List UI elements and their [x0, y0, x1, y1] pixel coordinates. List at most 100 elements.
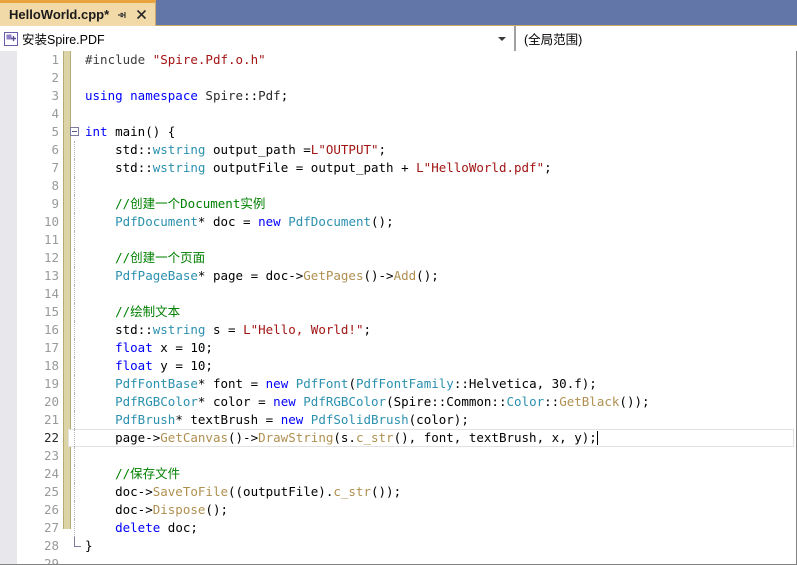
code-line-text[interactable]: float x = 10;	[85, 339, 796, 357]
code-token: ::	[243, 88, 259, 103]
code-token: L"Hello, World!"	[243, 322, 364, 337]
code-line-text[interactable]	[85, 447, 796, 465]
code-line[interactable]: 28}	[17, 537, 796, 555]
tab-helloworld-cpp[interactable]: HelloWorld.cpp*	[0, 0, 157, 26]
code-token: new	[258, 214, 281, 229]
code-line-text[interactable]: PdfDocument* doc = new PdfDocument();	[85, 213, 796, 231]
close-icon[interactable]	[135, 8, 148, 21]
code-line-text[interactable]	[85, 231, 796, 249]
code-line[interactable]: 9 //创建一个Document实例	[17, 195, 796, 213]
code-line[interactable]: 16 std::wstring s = L"Hello, World!";	[17, 321, 796, 339]
line-number: 22	[43, 430, 59, 445]
code-line-text[interactable]	[85, 69, 796, 87]
code-line-text[interactable]: using namespace Spire::Pdf;	[85, 87, 796, 105]
code-line[interactable]: 4	[17, 105, 796, 123]
code-token: * textBrush =	[175, 412, 281, 427]
code-token: * doc =	[197, 214, 259, 229]
code-line[interactable]: 22 page->GetCanvas()->DrawString(s.c_str…	[17, 429, 796, 447]
collapse-toggle-icon[interactable]	[70, 127, 79, 136]
line-number: 10	[43, 214, 59, 229]
block-guideline	[74, 231, 75, 249]
code-line-text[interactable]	[85, 555, 796, 564]
code-line[interactable]: 7 std::wstring outputFile = output_path …	[17, 159, 796, 177]
code-token: ;	[280, 88, 289, 103]
selection-margin[interactable]	[0, 51, 18, 564]
code-line[interactable]: 25 doc->SaveToFile((outputFile).c_str())…	[17, 483, 796, 501]
code-line[interactable]: 5 int main() {	[17, 123, 796, 141]
code-line-text[interactable]: std::wstring s = L"Hello, World!";	[85, 321, 796, 339]
code-token: #include	[85, 52, 153, 67]
code-token: ::	[544, 394, 560, 409]
code-line[interactable]: 8	[17, 177, 796, 195]
code-line[interactable]: 3 using namespace Spire::Pdf;	[17, 87, 796, 105]
code-line[interactable]: 12 //创建一个页面	[17, 249, 796, 267]
code-line-text[interactable]	[85, 285, 796, 303]
code-token: ::	[137, 322, 153, 337]
line-number: 25	[43, 484, 59, 499]
code-line-text[interactable]: //保存文件	[85, 465, 796, 483]
code-line-text[interactable]: float y = 10;	[85, 357, 796, 375]
code-line[interactable]: 6 std::wstring output_path =L"OUTPUT";	[17, 141, 796, 159]
code-line-text[interactable]: PdfFontBase* font = new PdfFont(PdfFontF…	[85, 375, 796, 393]
code-editor[interactable]: 1 #include "Spire.Pdf.o.h" 2 3 using namespa…	[0, 51, 797, 565]
code-line-text[interactable]: #include "Spire.Pdf.o.h"	[85, 51, 796, 69]
code-line[interactable]: 20 PdfRGBColor* color = new PdfRGBColor(…	[17, 393, 796, 411]
block-guideline	[74, 339, 75, 357]
code-line[interactable]: 24 //保存文件	[17, 465, 796, 483]
code-line[interactable]: 26 doc->Dispose();	[17, 501, 796, 519]
code-line[interactable]: 10 PdfDocument* doc = new PdfDocument();	[17, 213, 796, 231]
code-line[interactable]: 27 delete doc;	[17, 519, 796, 537]
code-token: L"HelloWorld.pdf"	[416, 160, 545, 175]
code-token: Color	[506, 394, 545, 409]
code-line-text[interactable]: std::wstring output_path =L"OUTPUT";	[85, 141, 796, 159]
code-line[interactable]: 21 PdfBrush* textBrush = new PdfSolidBru…	[17, 411, 796, 429]
code-token: doc->	[85, 484, 153, 499]
code-token: new	[265, 376, 289, 391]
code-line[interactable]: 19 PdfFontBase* font = new PdfFont(PdfFo…	[17, 375, 796, 393]
code-line[interactable]: 29	[17, 555, 796, 564]
code-line-text[interactable]	[85, 177, 796, 195]
code-line[interactable]: 17 float x = 10;	[17, 339, 796, 357]
line-number: 6	[51, 142, 59, 157]
code-line-text[interactable]: std::wstring outputFile = output_path + …	[85, 159, 796, 177]
code-line-text[interactable]: page->GetCanvas()->DrawString(s.c_str(),…	[85, 429, 796, 447]
code-line-text[interactable]: //创建一个页面	[85, 249, 796, 267]
line-number: 24	[43, 466, 59, 481]
code-line-text[interactable]: //绘制文本	[85, 303, 796, 321]
code-token: GetCanvas	[160, 430, 228, 445]
code-line-text[interactable]: PdfPageBase* page = doc->GetPages()->Add…	[85, 267, 796, 285]
code-line[interactable]: 13 PdfPageBase* page = doc->GetPages()->…	[17, 267, 796, 285]
member-scope-dropdown[interactable]: (全局范围)	[515, 26, 797, 51]
code-token: ;	[378, 142, 387, 157]
line-number: 23	[43, 448, 59, 463]
code-line-text[interactable]: PdfBrush* textBrush = new PdfSolidBrush(…	[85, 411, 796, 429]
code-line-text[interactable]: doc->Dispose();	[85, 501, 796, 519]
code-lines[interactable]: 1 #include "Spire.Pdf.o.h" 2 3 using namespa…	[17, 51, 796, 564]
code-line[interactable]: 1 #include "Spire.Pdf.o.h"	[17, 51, 796, 69]
code-token: * color =	[197, 394, 274, 409]
block-guideline	[74, 429, 75, 447]
line-number: 7	[51, 160, 59, 175]
code-line[interactable]: 14	[17, 285, 796, 303]
code-line[interactable]: 23	[17, 447, 796, 465]
code-line[interactable]: 15 //绘制文本	[17, 303, 796, 321]
code-line-text[interactable]: doc->SaveToFile((outputFile).c_str());	[85, 483, 796, 501]
code-line-text[interactable]: int main() {	[85, 123, 796, 141]
line-number: 27	[43, 520, 59, 535]
code-line-text[interactable]: }	[85, 537, 796, 555]
code-line[interactable]: 18 float y = 10;	[17, 357, 796, 375]
project-scope-dropdown[interactable]: 安装Spire.PDF	[0, 26, 515, 51]
pin-icon[interactable]	[116, 9, 128, 21]
code-line[interactable]: 2	[17, 69, 796, 87]
code-line-text[interactable]	[85, 105, 796, 123]
code-token: (	[348, 376, 356, 391]
code-line[interactable]: 11	[17, 231, 796, 249]
code-line-text[interactable]: PdfRGBColor* color = new PdfRGBColor(Spi…	[85, 393, 796, 411]
code-line-text[interactable]: //创建一个Document实例	[85, 195, 796, 213]
chevron-down-icon[interactable]	[498, 26, 506, 51]
block-end-marker	[74, 537, 81, 547]
code-line-text[interactable]: delete doc;	[85, 519, 796, 537]
line-number: 8	[51, 178, 59, 193]
